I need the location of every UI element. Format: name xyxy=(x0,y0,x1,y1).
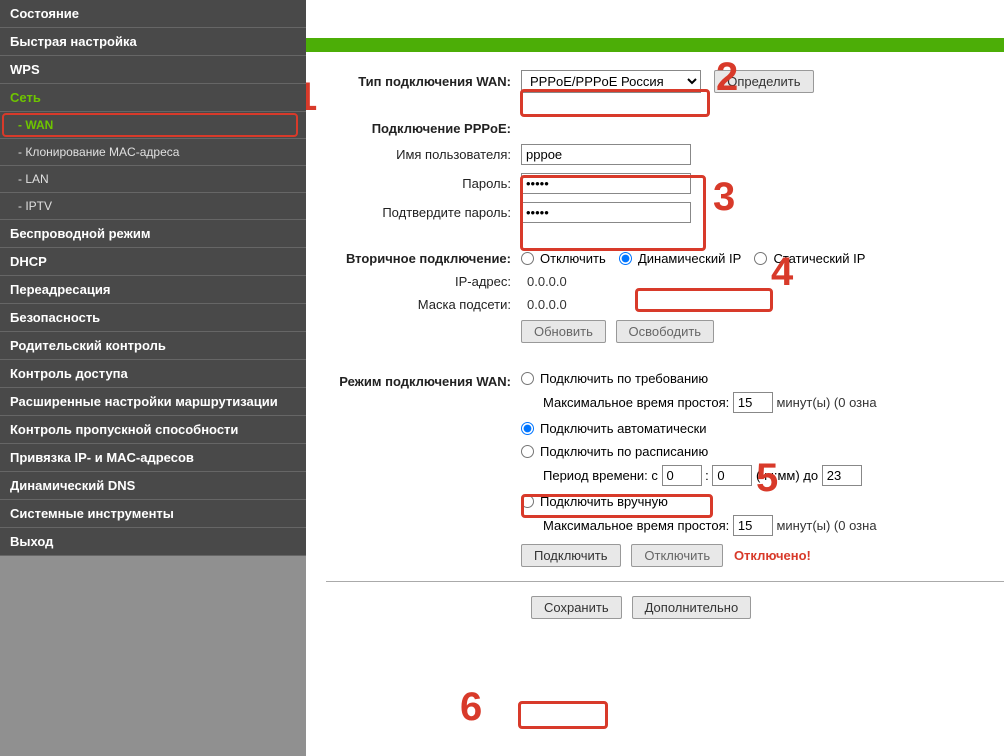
sidebar-item-routing[interactable]: Расширенные настройки маршрутизации xyxy=(0,388,306,416)
username-label: Имя пользователя: xyxy=(316,147,521,162)
connection-status: Отключено! xyxy=(734,548,811,563)
annotation-box-6 xyxy=(518,701,608,729)
divider xyxy=(326,581,1004,582)
wan-type-select[interactable]: PPPoE/PPPoE Россия xyxy=(521,70,701,93)
sidebar-item-security[interactable]: Безопасность xyxy=(0,304,306,332)
sidebar-item-status[interactable]: Состояние xyxy=(0,0,306,28)
sidebar-item-parental[interactable]: Родительский контроль xyxy=(0,332,306,360)
idle-label-1: Максимальное время простоя: xyxy=(543,395,729,410)
mode-auto-radio[interactable] xyxy=(521,422,534,435)
sec-off-label: Отключить xyxy=(540,251,606,266)
sidebar-item-access-control[interactable]: Контроль доступа xyxy=(0,360,306,388)
header-bar xyxy=(306,38,1004,52)
advanced-button[interactable]: Дополнительно xyxy=(632,596,752,619)
wan-mode-label: Режим подключения WAN: xyxy=(316,371,521,389)
sidebar-item-system-tools[interactable]: Системные инструменты xyxy=(0,500,306,528)
idle-time-1-input[interactable] xyxy=(733,392,773,413)
sidebar-item-ip-mac-binding[interactable]: Привязка IP- и MAC-адресов xyxy=(0,444,306,472)
detect-button[interactable]: Определить xyxy=(714,70,813,93)
password-confirm-label: Подтвердите пароль: xyxy=(316,205,521,220)
sidebar-sub-wan[interactable]: - WAN xyxy=(0,112,306,139)
sec-static-radio[interactable] xyxy=(754,252,767,265)
mode-auto-label: Подключить автоматически xyxy=(540,421,707,436)
release-button[interactable]: Освободить xyxy=(616,320,715,343)
annotation-num-6: 6 xyxy=(460,685,482,730)
connect-button[interactable]: Подключить xyxy=(521,544,621,567)
mask-label: Маска подсети: xyxy=(316,297,521,312)
idle-label-2: Максимальное время простоя: xyxy=(543,518,729,533)
minutes-suffix-2: минут(ы) (0 озна xyxy=(776,518,876,533)
mode-on-demand-radio[interactable] xyxy=(521,372,534,385)
wan-type-label: Тип подключения WAN: xyxy=(316,74,521,89)
save-button[interactable]: Сохранить xyxy=(531,596,622,619)
period-from-h-input[interactable] xyxy=(662,465,702,486)
sidebar-item-network[interactable]: Сеть xyxy=(0,84,306,112)
mode-manual-radio[interactable] xyxy=(521,495,534,508)
password-input[interactable] xyxy=(521,173,691,194)
sidebar-sub-wan-label: - WAN xyxy=(18,118,53,132)
sidebar-item-quick-setup[interactable]: Быстрая настройка xyxy=(0,28,306,56)
sec-off-radio[interactable] xyxy=(521,252,534,265)
sidebar-item-ddns[interactable]: Динамический DNS xyxy=(0,472,306,500)
pppoe-header: Подключение PPPoE: xyxy=(316,121,521,136)
mode-schedule-label: Подключить по расписанию xyxy=(540,444,708,459)
ip-value: 0.0.0.0 xyxy=(521,274,567,289)
sidebar-sub-lan[interactable]: - LAN xyxy=(0,166,306,193)
period-to-h-input[interactable] xyxy=(822,465,862,486)
refresh-button[interactable]: Обновить xyxy=(521,320,606,343)
sec-static-label: Статический IP xyxy=(773,251,865,266)
main-content: Тип подключения WAN: PPPoE/PPPoE Россия … xyxy=(306,0,1004,756)
sidebar-item-forwarding[interactable]: Переадресация xyxy=(0,276,306,304)
sidebar-sub-mac-clone[interactable]: - Клонирование MAC-адреса xyxy=(0,139,306,166)
disconnect-button[interactable]: Отключить xyxy=(631,544,723,567)
secondary-conn-label: Вторичное подключение: xyxy=(316,251,521,266)
sidebar-item-bandwidth[interactable]: Контроль пропускной способности xyxy=(0,416,306,444)
sidebar-sub-iptv[interactable]: - IPTV xyxy=(0,193,306,220)
mask-value: 0.0.0.0 xyxy=(521,297,567,312)
mode-manual-label: Подключить вручную xyxy=(540,494,668,509)
sidebar-item-wireless[interactable]: Беспроводной режим xyxy=(0,220,306,248)
period-from-m-input[interactable] xyxy=(712,465,752,486)
mode-schedule-radio[interactable] xyxy=(521,445,534,458)
sidebar-item-dhcp[interactable]: DHCP xyxy=(0,248,306,276)
idle-time-2-input[interactable] xyxy=(733,515,773,536)
username-input[interactable] xyxy=(521,144,691,165)
sec-dyn-radio[interactable] xyxy=(619,252,632,265)
password-confirm-input[interactable] xyxy=(521,202,691,223)
sidebar-item-wps[interactable]: WPS xyxy=(0,56,306,84)
password-label: Пароль: xyxy=(316,176,521,191)
period-hhmm-label: (чч:мм) до xyxy=(756,468,818,483)
sec-dyn-label: Динамический IP xyxy=(638,251,741,266)
sidebar-item-logout[interactable]: Выход xyxy=(0,528,306,556)
ip-label: IP-адрес: xyxy=(316,274,521,289)
sidebar: Состояние Быстрая настройка WPS Сеть - W… xyxy=(0,0,306,756)
mode-on-demand-label: Подключить по требованию xyxy=(540,371,708,386)
minutes-suffix-1: минут(ы) (0 озна xyxy=(776,395,876,410)
period-label: Период времени: с xyxy=(543,468,658,483)
